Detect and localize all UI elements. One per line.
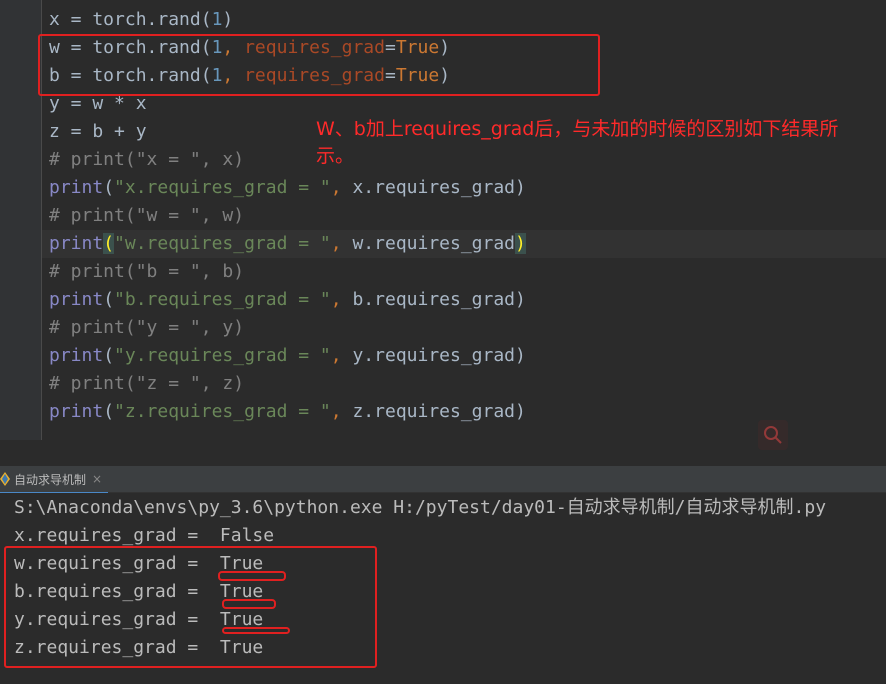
code-line[interactable]: # print("w = ", w) xyxy=(49,202,244,230)
code-token: print xyxy=(49,345,104,366)
code-token: print xyxy=(49,401,104,422)
code-token: , xyxy=(330,233,353,254)
code-line[interactable]: # print("z = ", z) xyxy=(49,370,244,398)
console-command-line: S:\Anaconda\envs\py_3.6\python.exe H:/py… xyxy=(14,497,827,518)
code-token: ( xyxy=(103,345,115,366)
underline-b-true xyxy=(222,599,276,609)
code-line[interactable]: # print("x = ", x) xyxy=(49,146,244,174)
code-line[interactable]: # print("y = ", y) xyxy=(49,314,244,342)
code-token: y.requires_grad) xyxy=(352,345,526,366)
code-token: ) xyxy=(222,9,234,30)
code-token: x.requires_grad) xyxy=(352,177,526,198)
code-line[interactable]: print("w.requires_grad = ", w.requires_g… xyxy=(49,230,526,258)
code-token: 1 xyxy=(211,9,223,30)
code-token: ) xyxy=(515,233,526,254)
code-token: ( xyxy=(103,289,115,310)
code-token: ( xyxy=(103,177,115,198)
run-tab[interactable]: 自动求导机制 × xyxy=(0,466,109,494)
underline-y-true xyxy=(222,627,290,634)
code-token: ( xyxy=(103,233,115,254)
code-token: "y.requires_grad = " xyxy=(114,345,331,366)
python-file-icon xyxy=(0,472,10,486)
editor-gutter xyxy=(0,0,42,440)
run-tab-label: 自动求导机制 xyxy=(14,472,87,487)
code-line[interactable]: z = b + y xyxy=(49,118,147,146)
code-token: # print("w = ", w) xyxy=(49,205,245,226)
run-tool-window-tabbar: 自动求导机制 × xyxy=(0,466,886,494)
close-icon[interactable]: × xyxy=(92,472,102,486)
code-token: , xyxy=(330,345,353,366)
code-token: "z.requires_grad = " xyxy=(114,401,331,422)
code-line[interactable]: print("y.requires_grad = ", y.requires_g… xyxy=(49,342,526,370)
code-token: print xyxy=(49,233,104,254)
code-token: print xyxy=(49,177,104,198)
code-line[interactable]: # print("b = ", b) xyxy=(49,258,244,286)
code-line[interactable]: print("x.requires_grad = ", x.requires_g… xyxy=(49,174,526,202)
code-token: , xyxy=(330,177,353,198)
highlight-box-w-b xyxy=(38,34,600,96)
code-token: print xyxy=(49,289,104,310)
code-token: x = torch.rand( xyxy=(49,9,212,30)
search-icon[interactable] xyxy=(758,420,788,450)
annotation-text: W、b加上requires_grad后，与未加的时候的区别如下结果所示。 xyxy=(316,118,839,167)
code-token: # print("y = ", y) xyxy=(49,317,245,338)
code-token: y = w * x xyxy=(49,93,147,114)
underline-w-true xyxy=(218,571,286,581)
code-line[interactable]: x = torch.rand(1) xyxy=(49,6,233,34)
code-token: # print("z = ", z) xyxy=(49,373,245,394)
code-token: # print("x = ", x) xyxy=(49,149,245,170)
code-token: # print("b = ", b) xyxy=(49,261,245,282)
code-token: w.requires_grad xyxy=(352,233,516,254)
code-token: z.requires_grad) xyxy=(352,401,526,422)
code-token: "x.requires_grad = " xyxy=(114,177,331,198)
code-token: ( xyxy=(103,401,115,422)
code-line[interactable]: print("b.requires_grad = ", b.requires_g… xyxy=(49,286,526,314)
code-token: z = b + y xyxy=(49,121,147,142)
run-console[interactable]: S:\Anaconda\envs\py_3.6\python.exe H:/py… xyxy=(0,493,886,684)
code-token: , xyxy=(330,289,353,310)
code-token: "w.requires_grad = " xyxy=(114,233,331,254)
highlight-box-results xyxy=(4,546,377,668)
code-token: "b.requires_grad = " xyxy=(114,289,331,310)
code-line[interactable]: print("z.requires_grad = ", z.requires_g… xyxy=(49,398,526,426)
code-token: , xyxy=(330,401,353,422)
code-token: b.requires_grad) xyxy=(352,289,526,310)
code-editor[interactable]: x = torch.rand(1) w = torch.rand(1, requi… xyxy=(0,0,886,450)
